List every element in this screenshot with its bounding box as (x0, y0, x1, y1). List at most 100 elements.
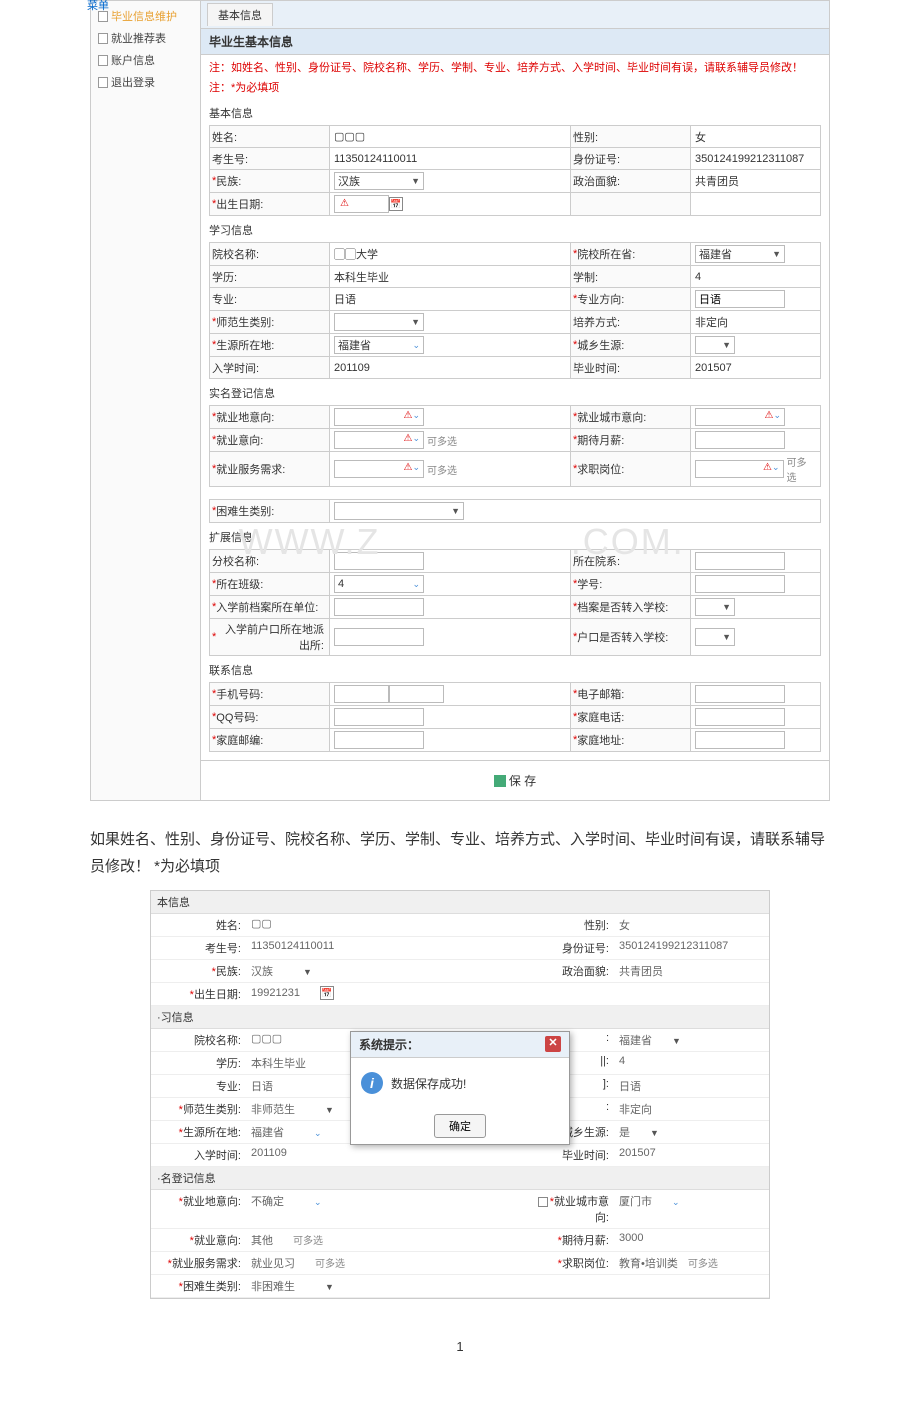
field-label: 政治面貌: (529, 960, 614, 982)
warning-icon: ⚠ (403, 410, 412, 424)
chevron-down-icon: ⌄ (314, 1197, 322, 1207)
value-enroll-time: 201109 (330, 357, 571, 379)
label-email: *电子邮箱: (571, 683, 691, 706)
field-label: *民族: (151, 960, 246, 982)
service-req-input[interactable]: ⚠⌄ (334, 460, 424, 478)
job-city-input[interactable]: ⚠⌄ (695, 408, 785, 426)
chevron-down-icon: ▼ (772, 249, 781, 259)
birth-input[interactable]: ⚠ (334, 195, 389, 213)
field-label: *师范生类别: (151, 1098, 246, 1120)
mobile-input-2[interactable] (389, 685, 444, 703)
warning-text-2: 注：*为必填项 (201, 79, 829, 99)
dialog-title-bar: 系统提示： ✕ (351, 1032, 569, 1058)
household-input[interactable] (334, 628, 424, 646)
major-dir-input[interactable] (695, 290, 785, 308)
dialog-message: 数据保存成功! (391, 1075, 466, 1092)
checkbox-icon[interactable] (538, 1197, 548, 1207)
salary-input[interactable] (695, 431, 785, 449)
label-name: 姓名: (210, 126, 330, 148)
field-value: ▢▢ (246, 914, 529, 936)
mobile-input-1[interactable] (334, 685, 389, 703)
value-id-no: 350124199212311087 (691, 148, 821, 170)
dept-input[interactable] (695, 552, 785, 570)
field-label: *困难生类别: (151, 1275, 246, 1297)
value-branch (330, 550, 571, 573)
s2-realname-title: ·名登记信息 (151, 1167, 769, 1190)
success-dialog: 系统提示： ✕ i 数据保存成功! 确定 (350, 1031, 570, 1145)
chevron-down-icon: ▼ (672, 1036, 681, 1046)
job-intent-input[interactable]: ⚠⌄ (334, 431, 424, 449)
field-value: 3000 (614, 1229, 769, 1251)
label-home-phone: *家庭电话: (571, 706, 691, 729)
section-realname-title: 实名登记信息 (209, 383, 821, 403)
field-label: 姓名: (151, 914, 246, 936)
email-input[interactable] (695, 685, 785, 703)
chevron-down-icon: ▼ (411, 317, 420, 327)
field-label: 毕业时间: (529, 1144, 614, 1166)
household-transfer-select[interactable]: ▼ (695, 628, 735, 646)
difficulty-select[interactable]: ▼ (334, 502, 464, 520)
branch-input[interactable] (334, 552, 424, 570)
save-button[interactable]: 保 存 (484, 769, 546, 792)
student-no-input[interactable] (695, 575, 785, 593)
value-name: ▢▢▢ (330, 126, 571, 148)
archive-unit-input[interactable] (334, 598, 424, 616)
calendar-icon[interactable]: 📅 (320, 986, 334, 1000)
form-row: 考生号:11350124110011身份证号:35012419921231108… (151, 937, 769, 960)
field-value: 是▼ (614, 1121, 769, 1143)
class-select[interactable]: 4⌄ (334, 575, 424, 593)
value-train-mode: 非定向 (691, 311, 821, 334)
value-school-prov: 福建省▼ (691, 243, 821, 266)
value-job-loc: ⚠⌄ (330, 406, 571, 429)
warning-icon: ⚠ (763, 462, 772, 476)
field-label: *生源所在地: (151, 1121, 246, 1143)
home-phone-input[interactable] (695, 708, 785, 726)
origin-select[interactable]: 福建省⌄ (334, 336, 424, 354)
urban-rural-select[interactable]: ▼ (695, 336, 735, 354)
sidebar-item-account[interactable]: 账户信息 (94, 49, 197, 71)
calendar-icon[interactable]: 📅 (389, 197, 403, 211)
home-postcode-input[interactable] (334, 731, 424, 749)
form-row: *困难生类别:非困难生▼ (151, 1275, 769, 1298)
chevron-down-icon: ▼ (650, 1128, 659, 1138)
label-qq: *QQ号码: (210, 706, 330, 729)
normal-type-select[interactable]: ▼ (334, 313, 424, 331)
label-job-intent: *就业意向: (210, 429, 330, 452)
field-value: 汉族▼ (246, 960, 529, 982)
sidebar-item-recommend[interactable]: 就业推荐表 (94, 27, 197, 49)
value-qq (330, 706, 571, 729)
label-political: 政治面貌: (571, 170, 691, 193)
dialog-ok-button[interactable]: 确定 (434, 1114, 486, 1138)
label-salary: *期待月薪: (571, 429, 691, 452)
home-addr-input[interactable] (695, 731, 785, 749)
multi-note: 可多选 (293, 1236, 323, 1247)
label-urban-rural: *城乡生源: (571, 334, 691, 357)
archive-transfer-select[interactable]: ▼ (695, 598, 735, 616)
label-train-mode: 培养方式: (571, 311, 691, 334)
position-input[interactable]: ⚠⌄ (695, 460, 784, 478)
field-value: 不确定⌄ (246, 1190, 529, 1228)
tab-basic-info[interactable]: 基本信息 (207, 3, 273, 26)
field-value: 其他可多选 (246, 1229, 529, 1251)
field-label: 性别: (529, 914, 614, 936)
realname-grid: *就业地意向: ⚠⌄ *就业城市意向: ⚠⌄ *就业意向: ⚠⌄可多选 *期待月… (209, 405, 821, 487)
field-value: 19921231📅 (246, 983, 769, 1005)
qq-input[interactable] (334, 708, 424, 726)
page-title: 毕业生基本信息 (201, 29, 829, 55)
ethnic-select[interactable]: 汉族▼ (334, 172, 424, 190)
sidebar-item-grad-info[interactable]: 毕业信息维护 (94, 5, 197, 27)
screenshot-main-form: 菜单 毕业信息维护 就业推荐表 账户信息 退出登录 基本信息 毕业生基本信息 注… (90, 0, 830, 801)
value-major-dir (691, 288, 821, 311)
dialog-close-button[interactable]: ✕ (545, 1036, 561, 1052)
label-gender: 性别: (571, 126, 691, 148)
contact-grid: *手机号码: *电子邮箱: *QQ号码: *家庭电话: *家庭邮编: *家庭地址… (209, 682, 821, 752)
warning-icon: ⚠ (764, 410, 773, 424)
value-household (330, 619, 571, 656)
school-prov-select[interactable]: 福建省▼ (695, 245, 785, 263)
sidebar-item-logout[interactable]: 退出登录 (94, 71, 197, 93)
label-id-no: 身份证号: (571, 148, 691, 170)
value-grad-time: 201507 (691, 357, 821, 379)
job-loc-input[interactable]: ⚠⌄ (334, 408, 424, 426)
label-dept: 所在院系: (571, 550, 691, 573)
save-row: 保 存 (201, 760, 829, 800)
